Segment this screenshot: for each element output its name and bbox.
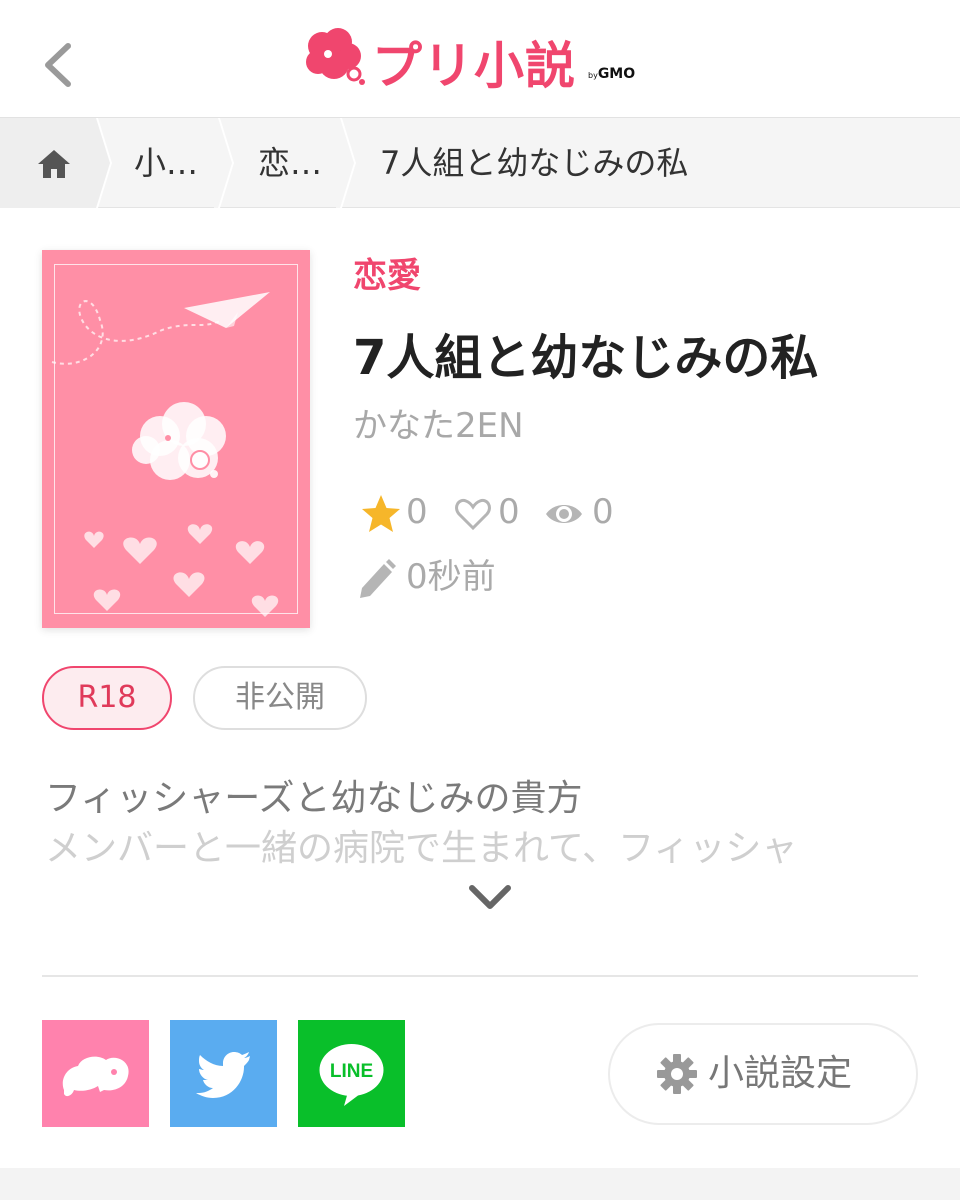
logo-company: byGMO (588, 66, 636, 82)
description-line: メンバーと一緒の病院で生まれて、フィッシャ (45, 828, 798, 869)
svg-text:LINE: LINE (330, 1061, 373, 1082)
breadcrumb-separator (336, 118, 356, 208)
novel-cover[interactable] (42, 250, 310, 628)
logo-mark-icon (306, 28, 365, 85)
novel-author[interactable]: かなた2EN (353, 398, 524, 447)
prcm-elephant-icon (62, 1056, 129, 1097)
chevron-down-icon (469, 885, 511, 909)
star-icon (362, 495, 400, 532)
tag-private: 非公開 (193, 666, 367, 730)
back-chevron-icon (45, 43, 71, 87)
home-icon (38, 150, 70, 178)
stars-count: 0 (406, 492, 428, 532)
breadcrumb-item-current: 7人組と幼なじみの私 (380, 144, 689, 182)
cover-illustration (51, 292, 279, 617)
novel-category[interactable]: 恋愛 (353, 248, 421, 297)
gear-icon (657, 1054, 697, 1094)
expand-description-button[interactable] (466, 878, 514, 918)
updated-time: 0秒前 (406, 557, 496, 597)
views-count: 0 (592, 492, 614, 532)
share-line-button[interactable]: LINE (298, 1020, 405, 1127)
breadcrumb-home[interactable] (0, 118, 98, 208)
breadcrumb-separator (92, 118, 112, 208)
breadcrumb-item-novels[interactable]: 小… (134, 118, 198, 208)
line-logo-icon: LINE (319, 1044, 384, 1106)
settings-label: 小説設定 (708, 1053, 853, 1094)
novel-title: 7人組と幼なじみの私 (353, 330, 819, 386)
share-prcm-button[interactable] (42, 1020, 149, 1127)
share-twitter-button[interactable] (170, 1020, 277, 1127)
footer-band (0, 1168, 960, 1200)
twitter-bird-icon (196, 1052, 250, 1098)
likes-count: 0 (498, 492, 520, 532)
site-logo[interactable]: プリ小説 byGMO (300, 22, 660, 95)
tag-r18: R18 (42, 666, 172, 730)
divider (42, 975, 918, 977)
novel-stats: 0 0 0 (358, 490, 658, 536)
app-header: プリ小説 byGMO (0, 0, 960, 118)
novel-description: フィッシャーズと幼なじみの貴方 メンバーと一緒の病院で生まれて、フィッシャ (45, 774, 925, 874)
breadcrumb-separator (214, 118, 234, 208)
heart-icon (455, 498, 491, 531)
breadcrumb-item-category[interactable]: 恋… (258, 118, 322, 208)
description-line: フィッシャーズと幼なじみの貴方 (45, 778, 583, 819)
novel-settings-button[interactable]: 小説設定 (608, 1023, 918, 1125)
breadcrumb: 小… 恋… 7人組と幼なじみの私 (0, 118, 960, 208)
back-button[interactable] (36, 40, 80, 90)
eye-icon (546, 505, 582, 523)
novel-updated: 0秒前 (358, 554, 618, 600)
logo-text: プリ小説 (372, 37, 576, 95)
pencil-icon (360, 559, 396, 598)
